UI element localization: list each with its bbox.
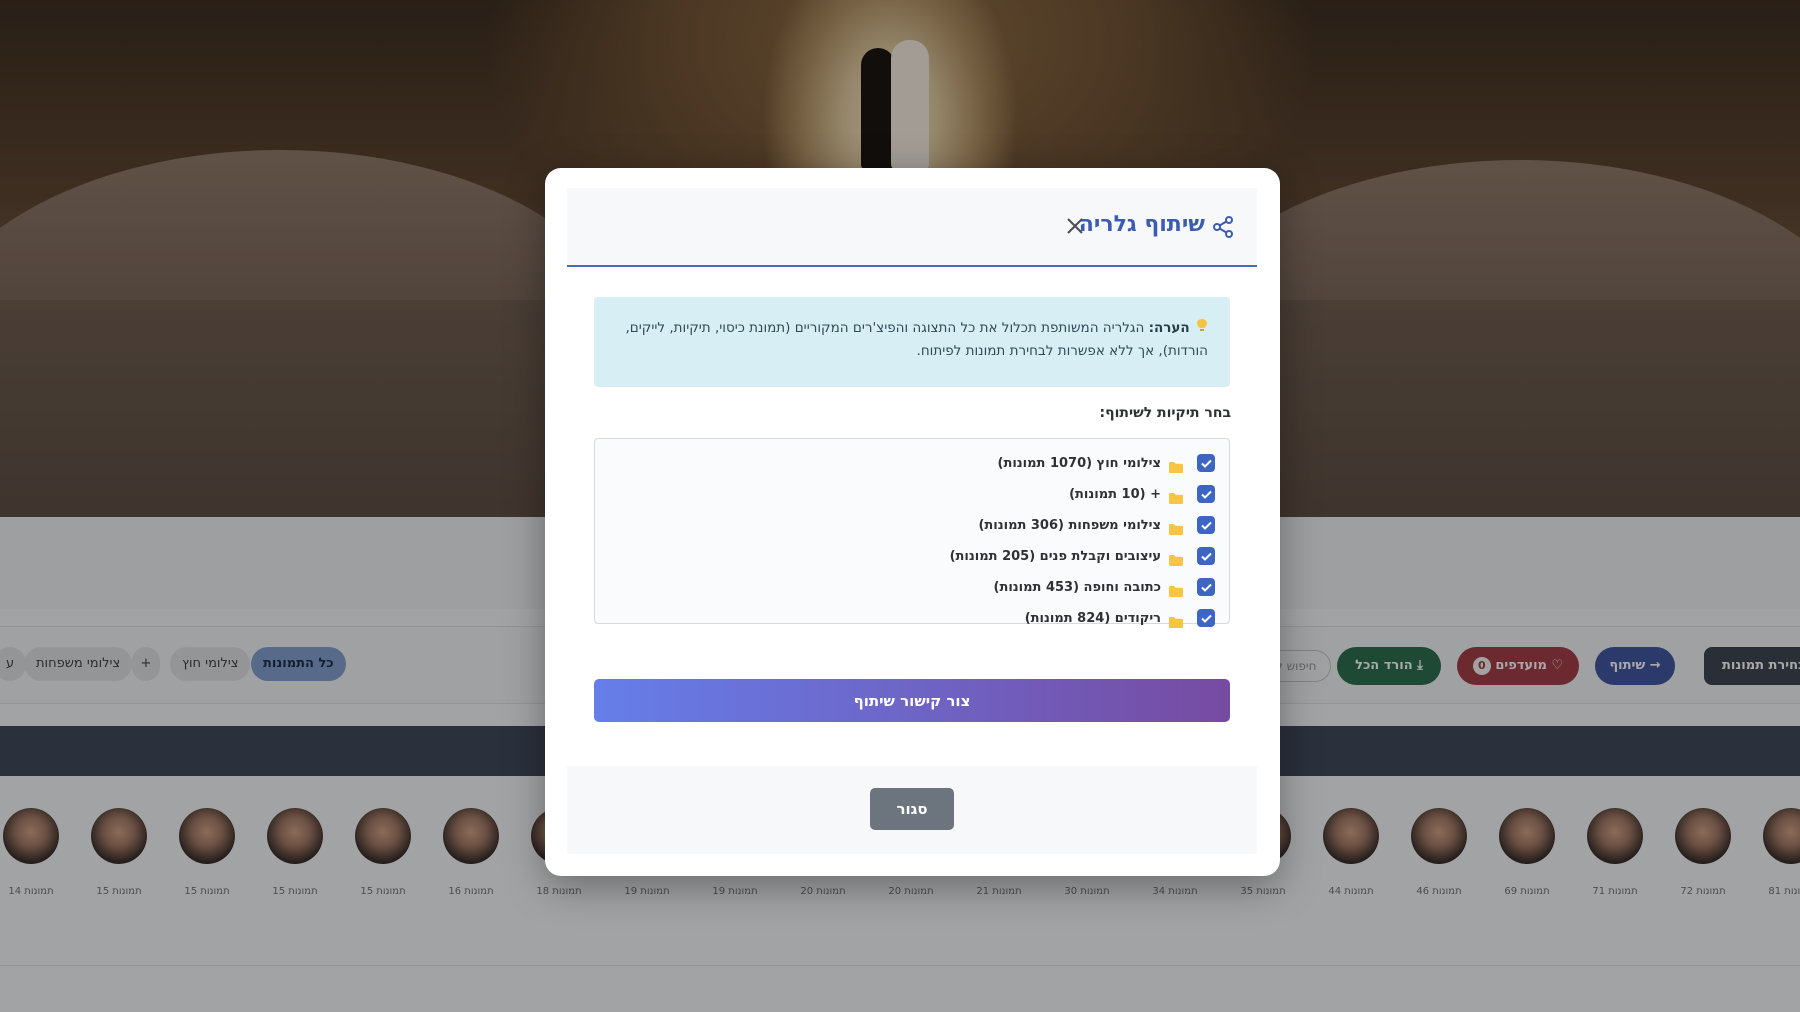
share-gallery-modal: שיתוף גלריה הערה: הגלריה המשותפת תכלול א… bbox=[545, 168, 1280, 876]
close-button[interactable]: סגור bbox=[870, 788, 954, 830]
share-icon bbox=[1213, 216, 1233, 238]
folder-list: צילומי חוץ (1070 תמונות) + (10 תמונות) ציל… bbox=[594, 438, 1230, 628]
folder-label: צילומי משפחות (306 תמונות) bbox=[978, 517, 1161, 533]
folder-row[interactable]: ריקודים (824 תמונות) bbox=[1025, 607, 1215, 629]
modal-title: שיתוף גלריה bbox=[1078, 212, 1205, 237]
note-text: הגלריה המשותפת תכלול את כל התצוגה והפיצ'… bbox=[625, 320, 1209, 359]
folder-icon bbox=[1169, 489, 1183, 504]
folder-label: ריקודים (824 תמונות) bbox=[1024, 610, 1161, 626]
lightbulb-icon bbox=[1194, 317, 1208, 340]
note-label: הערה: bbox=[1148, 320, 1190, 336]
folder-icon bbox=[1169, 520, 1183, 535]
folder-icon bbox=[1169, 551, 1183, 566]
folder-label: + (10 תמונות) bbox=[1069, 486, 1161, 502]
modal-footer: סגור bbox=[567, 766, 1257, 854]
folder-checkbox[interactable] bbox=[1197, 485, 1215, 503]
folder-row[interactable]: צילומי חוץ (1070 תמונות) bbox=[997, 452, 1215, 474]
share-note-alert: הערה: הגלריה המשותפת תכלול את כל התצוגה … bbox=[594, 297, 1230, 387]
folder-row[interactable]: + (10 תמונות) bbox=[1069, 483, 1215, 505]
folder-checkbox[interactable] bbox=[1197, 578, 1215, 596]
folder-checkbox[interactable] bbox=[1197, 454, 1215, 472]
create-share-link-button[interactable]: צור קישור שיתוף bbox=[594, 679, 1230, 722]
folder-label: כתובה וחופה (453 תמונות) bbox=[993, 579, 1162, 595]
folder-checkbox[interactable] bbox=[1197, 609, 1215, 627]
folder-checkbox[interactable] bbox=[1197, 547, 1215, 565]
folder-label: צילומי חוץ (1070 תמונות) bbox=[997, 455, 1162, 471]
folder-checkbox[interactable] bbox=[1197, 516, 1215, 534]
folder-label: עיצובים וקבלת פנים (205 תמונות) bbox=[949, 548, 1161, 564]
modal-header: שיתוף גלריה bbox=[567, 188, 1257, 267]
folder-row[interactable]: עיצובים וקבלת פנים (205 תמונות) bbox=[950, 545, 1215, 567]
folder-icon bbox=[1169, 582, 1183, 597]
folder-icon bbox=[1169, 458, 1183, 473]
folder-row[interactable]: צילומי משפחות (306 תמונות) bbox=[978, 514, 1215, 536]
close-icon[interactable] bbox=[1065, 216, 1085, 236]
folders-section-label: בחר תיקיות לשיתוף: bbox=[1099, 405, 1231, 421]
folder-icon bbox=[1169, 613, 1183, 628]
folder-row[interactable]: כתובה וחופה (453 תמונות) bbox=[993, 576, 1215, 598]
